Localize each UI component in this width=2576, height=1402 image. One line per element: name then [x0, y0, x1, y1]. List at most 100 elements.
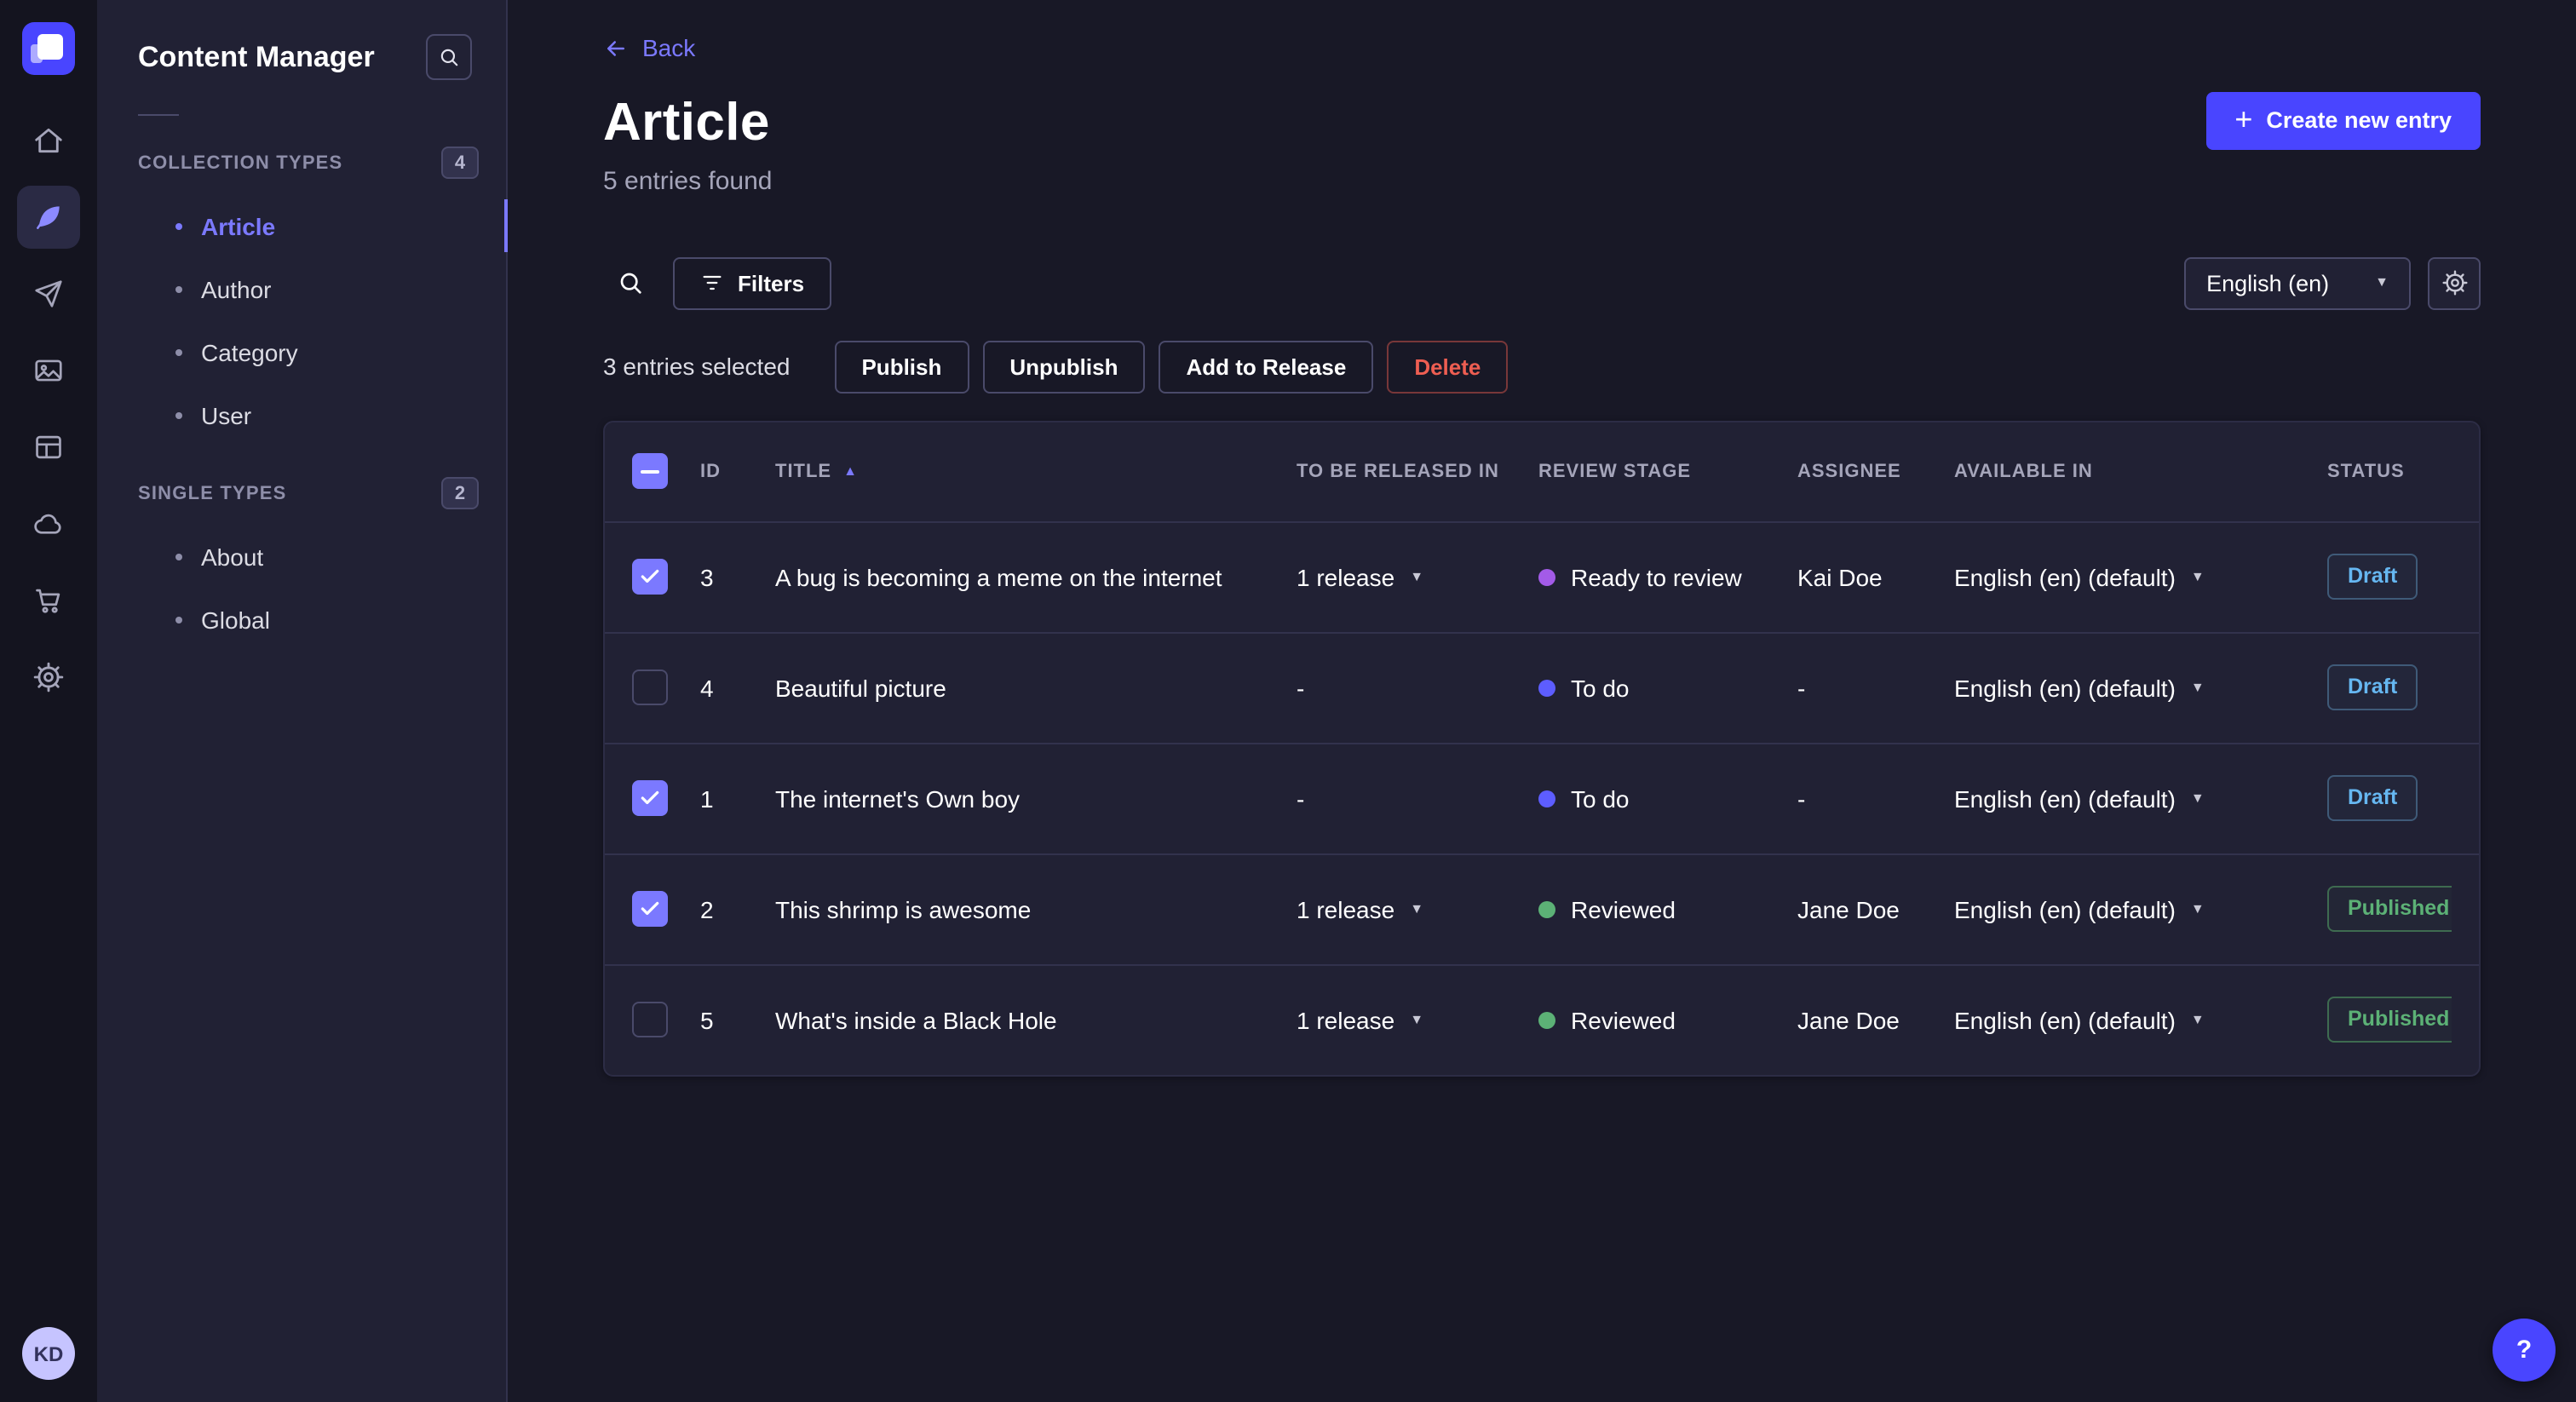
- select-all-checkbox[interactable]: [632, 453, 668, 489]
- stage-dot-icon: [1538, 1011, 1555, 1028]
- help-button[interactable]: ?: [2493, 1319, 2556, 1382]
- selection-bar: 3 entries selected Publish Unpublish Add…: [603, 340, 2481, 393]
- table-row[interactable]: 3 A bug is becoming a meme on the intern…: [605, 520, 2479, 631]
- release-dropdown[interactable]: 1 release ▼: [1297, 563, 1538, 590]
- status-badge: Published: [2327, 886, 2452, 932]
- content-type-builder-icon[interactable]: [17, 416, 80, 479]
- review-stage: Reviewed: [1538, 895, 1797, 922]
- table-row[interactable]: 1 The internet's Own boy -▼ To do - Engl…: [605, 742, 2479, 853]
- locale-dropdown[interactable]: English (en) (default) ▼: [1954, 895, 2327, 922]
- row-checkbox[interactable]: [632, 1002, 668, 1037]
- publish-button[interactable]: Publish: [834, 340, 969, 393]
- sidebar-item-about[interactable]: About: [97, 525, 506, 588]
- release-value: -: [1297, 674, 1305, 701]
- user-avatar[interactable]: KD: [22, 1327, 75, 1380]
- column-header-status: STATUS: [2327, 461, 2405, 481]
- chevron-down-icon: ▼: [2190, 568, 2205, 583]
- locale-value: English (en) (default): [1954, 895, 2176, 922]
- locale-dropdown[interactable]: English (en) (default) ▼: [1954, 1006, 2327, 1033]
- locale-dropdown[interactable]: English (en) (default) ▼: [1954, 784, 2327, 812]
- release-value: 1 release: [1297, 895, 1395, 922]
- row-checkbox[interactable]: [632, 891, 668, 927]
- filters-label: Filters: [738, 270, 805, 296]
- row-checkbox[interactable]: [632, 780, 668, 816]
- releases-icon[interactable]: [17, 262, 80, 325]
- arrow-left-icon: [607, 40, 624, 55]
- column-header-title[interactable]: TITLE ▲: [775, 461, 1297, 481]
- cloud-icon[interactable]: [17, 492, 80, 555]
- sidebar-item-label: Author: [201, 275, 272, 302]
- chevron-down-icon: ▼: [1410, 900, 1424, 916]
- review-stage: To do: [1538, 784, 1797, 812]
- check-icon: [641, 901, 659, 916]
- row-id: 3: [700, 563, 714, 590]
- filters-button[interactable]: Filters: [673, 256, 832, 309]
- collection-types-label: COLLECTION TYPES: [138, 152, 343, 173]
- filter-icon: [703, 275, 722, 290]
- review-stage: To do: [1538, 674, 1797, 701]
- create-entry-label: Create new entry: [2266, 107, 2452, 133]
- release-dropdown[interactable]: -▼: [1297, 674, 1538, 701]
- entries-count: 5 entries found: [603, 166, 773, 195]
- unpublish-button[interactable]: Unpublish: [982, 340, 1146, 393]
- sidebar-item-article[interactable]: Article: [97, 194, 508, 257]
- column-header-available-in: AVAILABLE IN: [1954, 461, 2093, 481]
- locale-value: English (en) (default): [1954, 674, 2176, 701]
- delete-button[interactable]: Delete: [1387, 340, 1509, 393]
- row-checkbox[interactable]: [632, 669, 668, 705]
- media-library-icon[interactable]: [17, 339, 80, 402]
- marketplace-icon[interactable]: [17, 569, 80, 632]
- column-header-id[interactable]: ID: [700, 461, 775, 481]
- table-row[interactable]: 5 What's inside a Black Hole 1 release ▼ …: [605, 963, 2479, 1074]
- single-types-label: SINGLE TYPES: [138, 483, 287, 503]
- table-row[interactable]: 2 This shrimp is awesome 1 release ▼ Revi…: [605, 853, 2479, 963]
- rail-icon-nav: [17, 109, 80, 709]
- release-value: 1 release: [1297, 563, 1395, 590]
- row-id: 5: [700, 1006, 714, 1033]
- search-icon: [440, 49, 458, 66]
- bullet-icon: [175, 553, 182, 560]
- list-settings-button[interactable]: [2428, 256, 2481, 309]
- locale-dropdown[interactable]: English (en) (default) ▼: [1954, 563, 2327, 590]
- sidebar-item-user[interactable]: User: [97, 383, 506, 446]
- status-badge: Draft: [2327, 775, 2418, 821]
- sidebar-item-label: Category: [201, 338, 298, 365]
- row-checkbox[interactable]: [632, 559, 668, 595]
- sidebar-item-category[interactable]: Category: [97, 320, 506, 383]
- sidebar-item-author[interactable]: Author: [97, 257, 506, 320]
- locale-value: English (en) (default): [1954, 784, 2176, 812]
- row-assignee: Jane Doe: [1797, 895, 1900, 922]
- locale-selected-value: English (en): [2206, 270, 2330, 296]
- page-title: Article: [603, 91, 770, 151]
- sidebar-search-button[interactable]: [426, 34, 472, 80]
- gear-icon: [2441, 270, 2467, 296]
- selected-count: 3 entries selected: [603, 353, 791, 380]
- create-entry-button[interactable]: + Create new entry: [2205, 91, 2481, 149]
- main-content: Back Article + Create new entry 5 entrie…: [508, 0, 2576, 1402]
- release-dropdown[interactable]: -▼: [1297, 784, 1538, 812]
- release-dropdown[interactable]: 1 release ▼: [1297, 895, 1538, 922]
- strapi-logo[interactable]: [22, 22, 75, 75]
- bullet-icon: [175, 616, 182, 623]
- release-value: 1 release: [1297, 1006, 1395, 1033]
- divider: [138, 114, 179, 116]
- row-title: This shrimp is awesome: [775, 895, 1032, 922]
- sort-asc-icon: ▲: [843, 463, 858, 478]
- sidebar-item-global[interactable]: Global: [97, 588, 506, 651]
- row-id: 1: [700, 784, 714, 812]
- status-badge: Draft: [2327, 554, 2418, 600]
- chevron-down-icon: ▼: [2190, 900, 2205, 916]
- entries-table: ID TITLE ▲ TO BE RELEASED IN REVIEW STAGE…: [603, 420, 2481, 1076]
- locale-select[interactable]: English (en) ▼: [2184, 256, 2411, 309]
- back-link[interactable]: Back: [603, 34, 695, 61]
- search-button[interactable]: [603, 256, 656, 309]
- release-dropdown[interactable]: 1 release ▼: [1297, 1006, 1538, 1033]
- content-manager-sidebar: Content Manager COLLECTION TYPES 4 Artic…: [97, 0, 508, 1402]
- settings-icon[interactable]: [17, 646, 80, 709]
- locale-dropdown[interactable]: English (en) (default) ▼: [1954, 674, 2327, 701]
- add-to-release-button[interactable]: Add to Release: [1159, 340, 1374, 393]
- table-row[interactable]: 4 Beautiful picture -▼ To do - English (…: [605, 631, 2479, 742]
- content-manager-icon[interactable]: [17, 186, 80, 249]
- review-stage: Reviewed: [1538, 1006, 1797, 1033]
- home-icon[interactable]: [17, 109, 80, 172]
